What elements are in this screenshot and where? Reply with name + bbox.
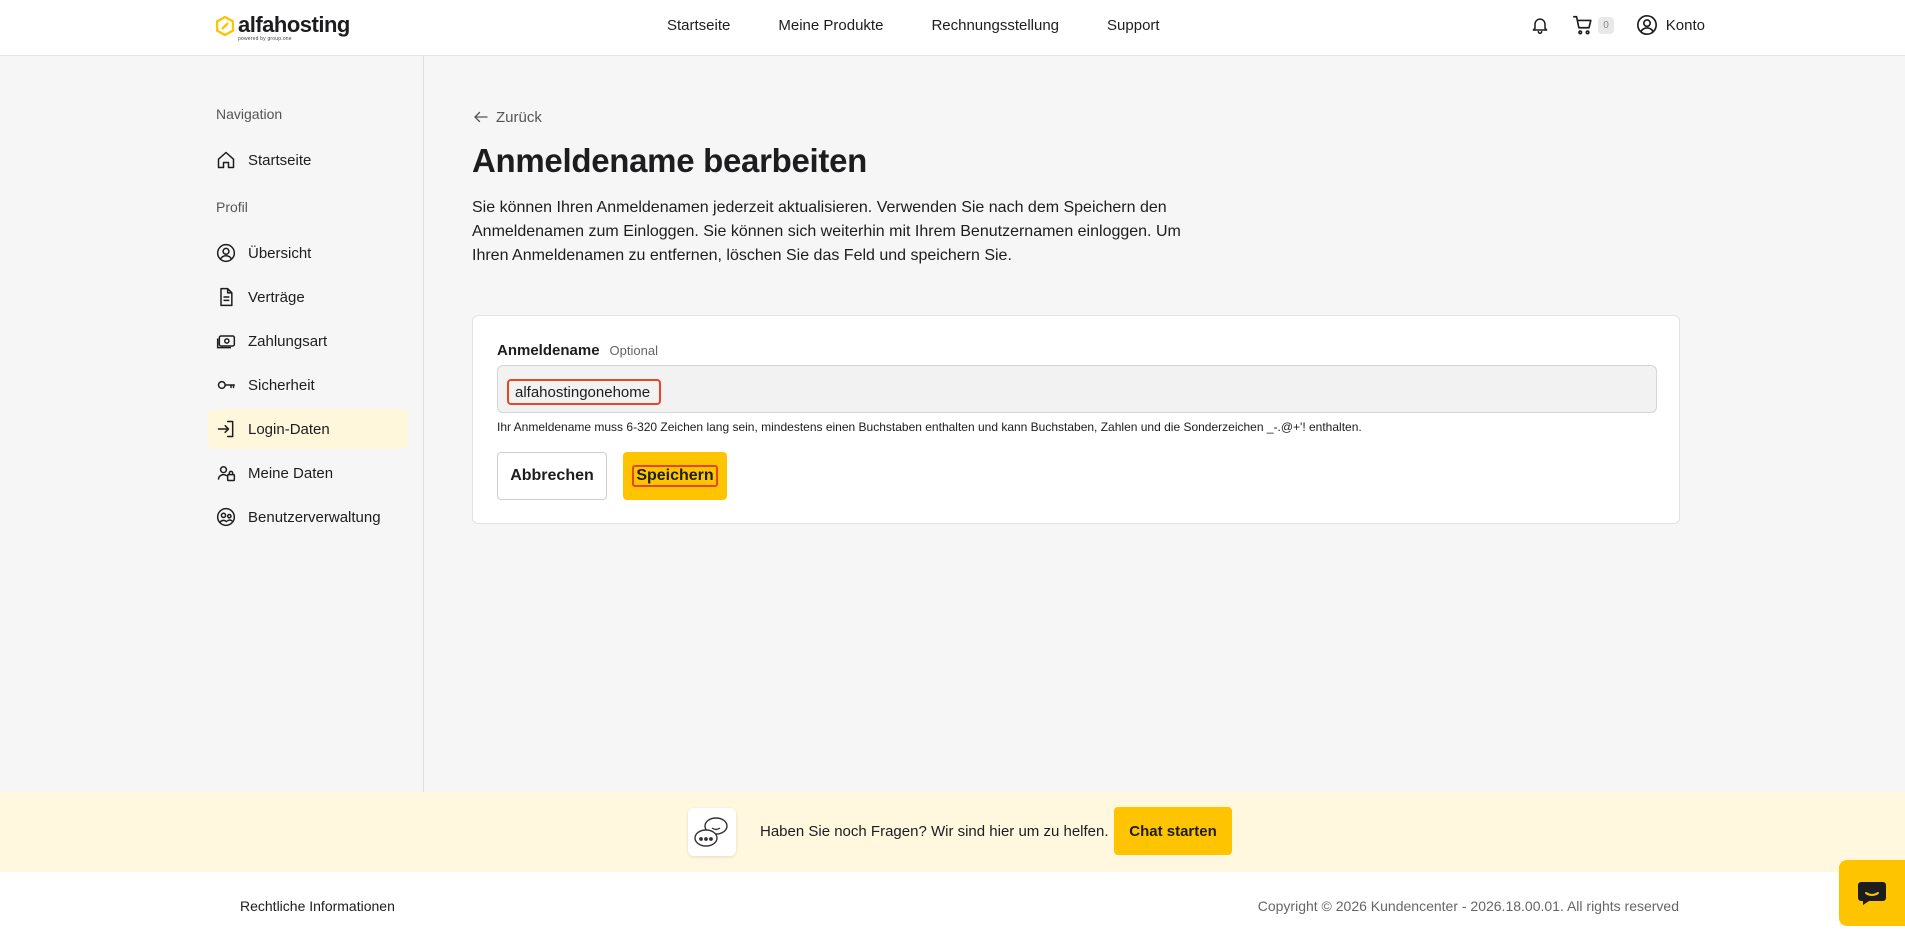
cart-icon <box>1573 15 1592 35</box>
login-name-form-card: Anmeldename Optional Ihr Anmeldename mus… <box>472 315 1680 524</box>
legal-info-link[interactable]: Rechtliche Informationen <box>240 898 395 914</box>
key-icon <box>217 380 236 390</box>
nav-support[interactable]: Support <box>1107 17 1160 34</box>
sidebar-item-login-daten[interactable]: Login-Daten <box>208 409 408 449</box>
back-link[interactable]: Zurück <box>472 108 542 126</box>
sidebar-item-label: Login-Daten <box>248 420 330 438</box>
sidebar-item-zahlungsart[interactable]: Zahlungsart <box>208 321 408 361</box>
chat-icon <box>1858 882 1886 905</box>
cart-count-badge: 0 <box>1598 16 1614 34</box>
user-settings-icon <box>217 466 236 482</box>
brand-tagline: powered by group.one <box>238 36 292 42</box>
header-actions: 0 Konto <box>1530 14 1705 36</box>
sidebar-item-label: Meine Daten <box>248 464 334 482</box>
user-circle-icon <box>216 243 236 263</box>
sidebar-section-profil: Profil <box>216 199 248 215</box>
sidebar-item-uebersicht[interactable]: Übersicht <box>208 233 408 273</box>
sidebar-item-startseite[interactable]: Startseite <box>208 140 408 180</box>
chat-start-button[interactable]: Chat starten <box>1114 807 1232 855</box>
sidebar-item-label: Startseite <box>248 151 312 169</box>
user-circle-icon <box>1636 15 1657 35</box>
alfahosting-logo[interactable]: alfahosting powered by group.one <box>216 14 350 42</box>
document-icon <box>220 287 233 307</box>
help-text: Haben Sie noch Fragen? Wir sind hier um … <box>760 823 1109 840</box>
save-button[interactable]: Speichern <box>623 452 727 500</box>
sidebar-item-sicherheit[interactable]: Sicherheit <box>208 365 408 405</box>
save-button-label: Speichern <box>632 465 718 487</box>
sidebar-item-label: Benutzerverwaltung <box>248 508 381 526</box>
sidebar-item-label: Verträge <box>248 288 305 306</box>
sidebar-item-label: Übersicht <box>248 244 312 262</box>
login-name-label: Anmeldename <box>497 342 600 359</box>
nav-startseite[interactable]: Startseite <box>667 17 730 34</box>
main-nav: Startseite Meine Produkte Rechnungsstell… <box>667 17 1160 34</box>
footer: Rechtliche Informationen Copyright © 202… <box>0 872 1905 940</box>
home-icon <box>217 151 235 169</box>
help-banner: Haben Sie noch Fragen? Wir sind hier um … <box>0 792 1905 872</box>
cancel-button[interactable]: Abbrechen <box>497 452 607 500</box>
sidebar-section-navigation: Navigation <box>216 106 283 122</box>
copyright-text: Copyright © 2026 Kundencenter - 2026.18.… <box>1257 898 1679 914</box>
bell-icon <box>1532 18 1548 35</box>
login-icon <box>217 420 234 438</box>
sidebar-item-meine-daten[interactable]: Meine Daten <box>208 453 408 493</box>
brand-name: alfahosting <box>238 12 350 37</box>
sidebar: Navigation Startseite Profil Übersicht V… <box>0 56 424 792</box>
page-title: Anmeldename bearbeiten <box>472 142 868 179</box>
arrow-left-icon <box>474 111 488 123</box>
logo-mark-icon <box>216 16 234 36</box>
sidebar-item-benutzerverwaltung[interactable]: Benutzerverwaltung <box>208 497 408 537</box>
cart-button[interactable]: 0 <box>1572 14 1614 36</box>
sidebar-item-vertraege[interactable]: Verträge <box>208 277 408 317</box>
page-description: Sie können Ihren Anmeldenamen jederzeit … <box>472 199 1181 264</box>
login-name-field <box>497 365 1657 413</box>
login-name-input[interactable] <box>507 379 661 405</box>
money-icon <box>216 335 236 349</box>
nav-rechnungsstellung[interactable]: Rechnungsstellung <box>931 17 1059 34</box>
sidebar-item-label: Zahlungsart <box>248 332 328 350</box>
login-name-hint: Ihr Anmeldename muss 6-320 Zeichen lang … <box>497 420 1362 434</box>
back-label: Zurück <box>496 108 542 126</box>
chat-widget-button[interactable] <box>1839 860 1905 926</box>
login-name-label-row: Anmeldename Optional <box>497 342 658 359</box>
optional-tag: Optional <box>609 343 658 358</box>
sidebar-item-label: Sicherheit <box>248 376 315 394</box>
notifications-button[interactable] <box>1530 15 1550 35</box>
account-label: Konto <box>1665 16 1705 34</box>
nav-meine-produkte[interactable]: Meine Produkte <box>778 17 883 34</box>
top-navigation-bar: alfahosting powered by group.one Startse… <box>0 0 1905 56</box>
account-button[interactable]: Konto <box>1636 14 1705 36</box>
users-icon <box>216 507 236 527</box>
chat-bubbles-icon <box>688 808 736 856</box>
